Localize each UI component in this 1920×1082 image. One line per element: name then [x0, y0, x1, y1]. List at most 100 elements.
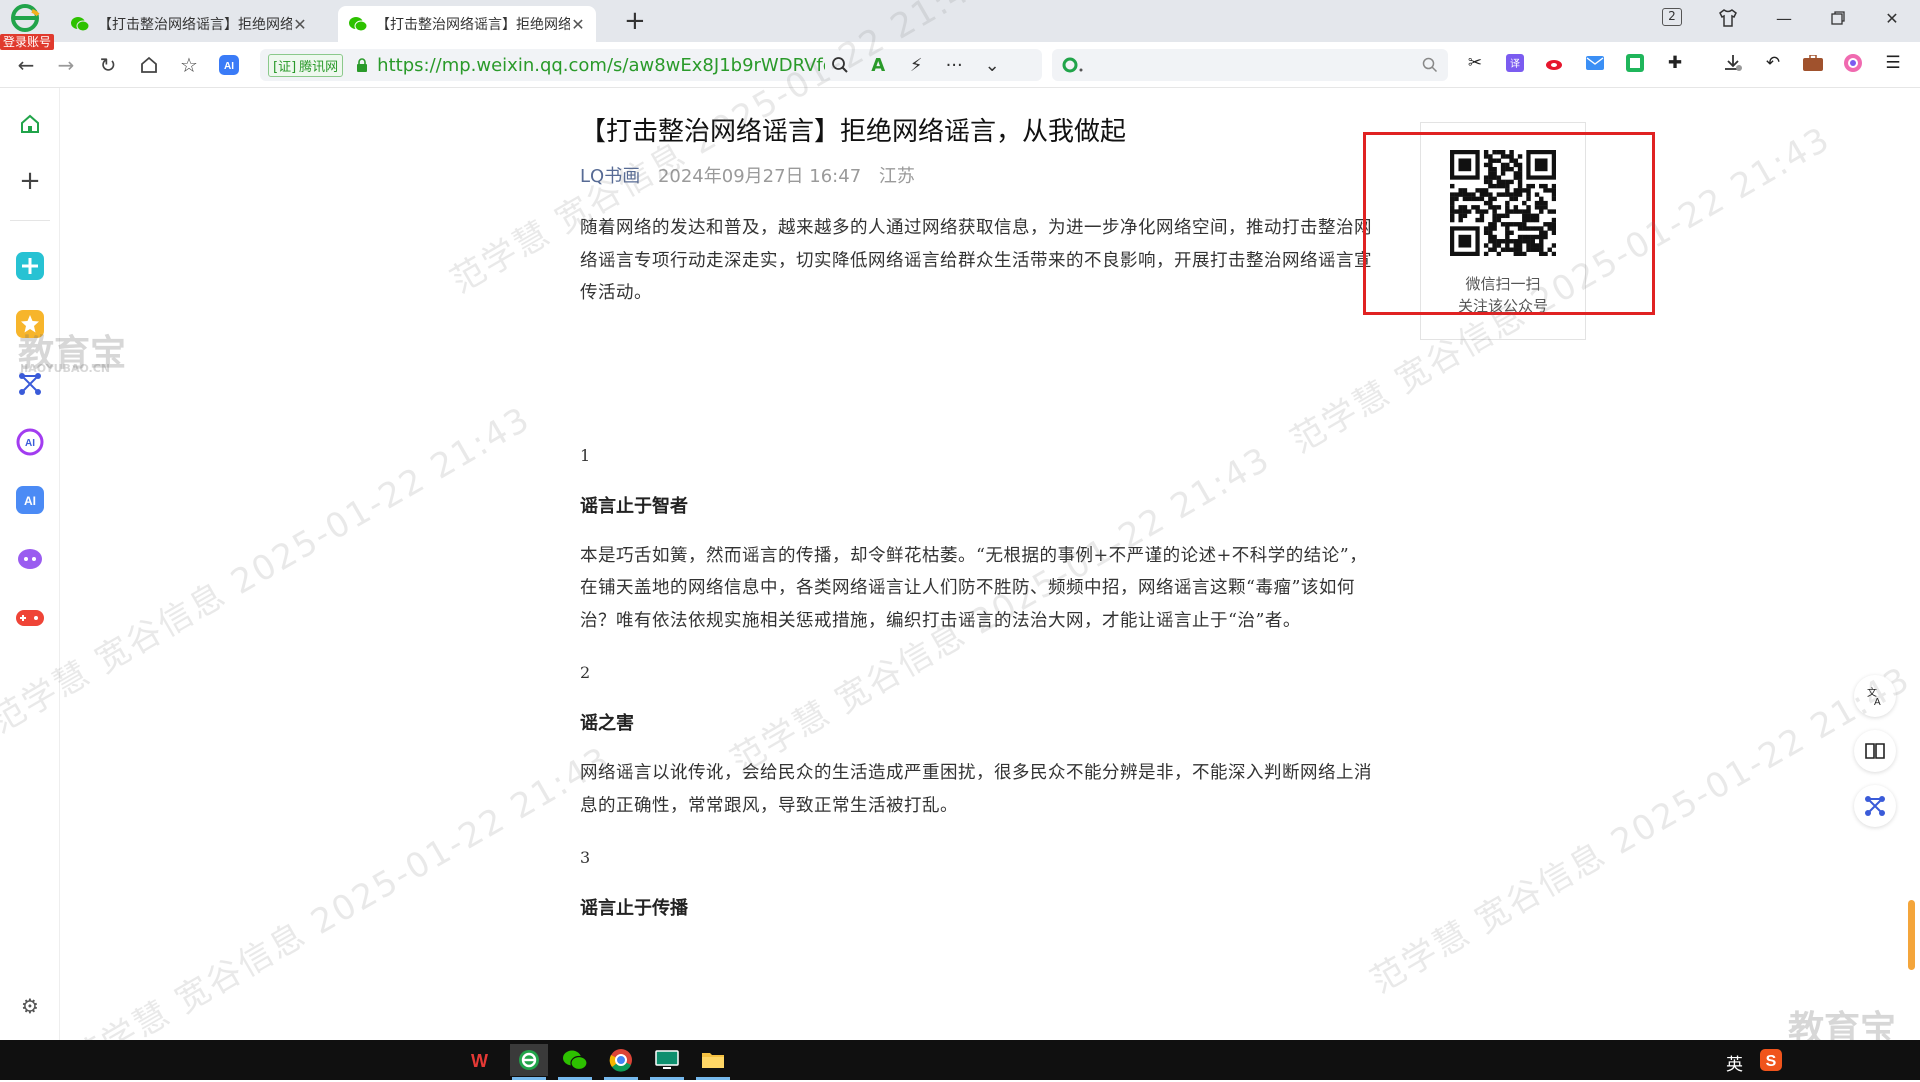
scrollbar-thumb[interactable]	[1908, 900, 1915, 970]
scissors-icon[interactable]: ✂	[1462, 50, 1488, 76]
svg-text:AI: AI	[24, 494, 36, 508]
ime-indicator[interactable]: 英	[1726, 1050, 1743, 1075]
ai-assistant-icon[interactable]: AI	[215, 51, 243, 79]
svg-text:译: 译	[1510, 58, 1520, 70]
qr-highlight-box	[1363, 132, 1655, 315]
close-window-button[interactable]: ✕	[1872, 6, 1912, 30]
tab-title: 【打击整治网络谣言】拒绝网络谣言，从我做起	[98, 17, 292, 33]
network-float-icon[interactable]	[1854, 785, 1896, 827]
tab-close-icon[interactable]: ✕	[570, 15, 586, 34]
back-button[interactable]: ←	[12, 51, 40, 79]
sidebar-divider	[10, 220, 50, 221]
taskbar-wechat-icon[interactable]	[556, 1044, 594, 1080]
tab-active[interactable]: 【打击整治网络谣言】拒绝网络谣言，从我做起 ✕	[338, 6, 596, 42]
article: 【打击整治网络谣言】拒绝网络谣言，从我做起 LQ书画 2024年09月27日 1…	[580, 110, 1385, 920]
translate-float-icon[interactable]: 文A	[1854, 675, 1896, 717]
search-engine-icon[interactable]	[1062, 56, 1084, 74]
search-input[interactable]	[1092, 53, 1392, 77]
section-body: 本是巧舌如簧，然而谣言的传播，却令鲜花枯萎。“无根据的事例+不严谨的论述+不科学…	[580, 545, 1368, 631]
search-box[interactable]	[1052, 49, 1448, 81]
svg-text:AI: AI	[25, 438, 35, 449]
sidebar-home-icon[interactable]	[12, 106, 48, 142]
section-heading: 谣言止于智者	[580, 495, 688, 517]
watermark-text: 范学慧 宽谷信息 2025-01-22 21:43	[1364, 658, 1918, 1002]
reload-button[interactable]: ↻	[94, 51, 122, 79]
watermark-text: 范学慧 宽谷信息 2025-01-22 21:43	[64, 738, 618, 1082]
sidebar-ai-icon[interactable]: AI	[12, 482, 48, 518]
minimize-button[interactable]: —	[1764, 6, 1804, 30]
lock-icon[interactable]	[355, 58, 369, 72]
sidebar-star-icon[interactable]	[12, 306, 48, 342]
tab-strip: 登录账号 【打击整治网络谣言】拒绝网络谣言，从我做起 ✕ 【打击整治网络谣言】拒…	[0, 0, 1920, 50]
site-badge[interactable]: [证] 腾讯网	[268, 53, 344, 77]
taskbar-wps-icon[interactable]: W	[464, 1044, 502, 1076]
section-body: 网络谣言以讹传讹，会给民众的生活造成严重困扰，很多民众不能分辨是非，不能深入判断…	[580, 763, 1372, 816]
watermark-text: 范学慧 宽谷信息 2025-01-22 21:43	[0, 398, 538, 742]
sidebar-settings-icon[interactable]: ⚙	[12, 988, 48, 1024]
shirt-skin-icon[interactable]	[1708, 6, 1748, 30]
url-text[interactable]: https://mp.weixin.qq.com/s/aw8wEx8J1b9rW…	[377, 55, 825, 76]
taskbar-sogou-icon[interactable]: S	[1752, 1044, 1790, 1076]
chevron-down-icon[interactable]: ⌄	[977, 50, 1007, 80]
forward-button[interactable]: →	[52, 51, 80, 79]
translate-icon[interactable]: 译	[1502, 50, 1528, 76]
sidebar-game-icon[interactable]	[12, 600, 48, 636]
download-icon[interactable]	[1720, 50, 1746, 76]
article-location: 江苏	[878, 166, 915, 187]
sidebar-network-icon[interactable]	[12, 366, 48, 402]
taskbar-folder-icon[interactable]	[694, 1044, 732, 1080]
wechat-icon	[71, 17, 90, 32]
certificate-icon: [证]	[273, 59, 297, 75]
menu-icon[interactable]: ☰	[1880, 50, 1906, 76]
browser-logo-icon[interactable]	[8, 3, 42, 33]
address-bar[interactable]: [证] 腾讯网 https://mp.weixin.qq.com/s/aw8wE…	[260, 49, 1042, 81]
taskbar: W 英 S	[0, 1040, 1920, 1080]
tab-inactive[interactable]: 【打击整治网络谣言】拒绝网络谣言，从我做起 ✕	[60, 6, 318, 42]
section-number: 3	[580, 848, 591, 867]
mail-icon[interactable]	[1582, 50, 1608, 76]
taskbar-browser-icon[interactable]	[510, 1044, 548, 1080]
sidebar-health-icon[interactable]	[12, 248, 48, 284]
login-badge[interactable]: 登录账号	[0, 34, 55, 50]
wechat-icon	[349, 17, 368, 32]
tab-count-button[interactable]: 2	[1662, 8, 1682, 26]
taskbar-chrome-icon[interactable]	[602, 1044, 640, 1080]
extensions-icon[interactable]: ✚	[1662, 50, 1688, 76]
svg-text:S: S	[1766, 1053, 1777, 1070]
sidebar-ai-chat-icon[interactable]: AI	[12, 424, 48, 460]
section-heading: 谣言止于传播	[580, 898, 688, 919]
zoom-icon[interactable]	[825, 50, 855, 80]
read-aloud-icon[interactable]: A	[863, 50, 893, 80]
weibo-icon[interactable]	[1542, 50, 1568, 76]
section-number: 1	[580, 445, 591, 465]
tab-close-icon[interactable]: ✕	[292, 15, 308, 34]
section-heading: 谣之害	[580, 713, 634, 734]
left-sidebar: + AI AI ⚙	[0, 88, 60, 1040]
new-tab-button[interactable]: +	[624, 8, 646, 34]
search-icon[interactable]	[1422, 57, 1438, 73]
section-number: 2	[580, 663, 591, 682]
site-badge-label: 腾讯网	[299, 59, 339, 75]
article-intro: 随着网络的发达和普及，越来越多的人通过网络获取信息，为进一步净化网络空间，推动打…	[580, 218, 1372, 303]
speed-mode-icon[interactable]: ⚡	[901, 50, 931, 80]
article-date: 2024年09月27日 16:47	[657, 166, 862, 187]
reading-mode-icon[interactable]	[1854, 730, 1896, 772]
toolbox-icon[interactable]	[1800, 50, 1826, 76]
article-author-link[interactable]: LQ书画	[580, 166, 640, 187]
svg-text:A: A	[1874, 697, 1881, 707]
article-meta: LQ书画 2024年09月27日 16:47 江苏	[580, 162, 1385, 188]
user-avatar-icon[interactable]	[1840, 50, 1866, 76]
home-button[interactable]	[135, 51, 163, 79]
restore-button[interactable]	[1818, 6, 1858, 30]
taskbar-monitor-icon[interactable]	[648, 1044, 686, 1080]
undo-icon[interactable]: ↶	[1760, 50, 1786, 76]
svg-text:W: W	[471, 1051, 488, 1070]
more-icon[interactable]: ···	[939, 50, 969, 80]
sidebar-bot-icon[interactable]	[12, 540, 48, 576]
article-title: 【打击整治网络谣言】拒绝网络谣言，从我做起	[580, 117, 1127, 147]
favorites-button[interactable]: ☆	[175, 51, 203, 79]
sidebar-add-icon[interactable]: +	[12, 163, 48, 199]
reader-icon[interactable]	[1622, 50, 1648, 76]
tab-title: 【打击整治网络谣言】拒绝网络谣言，从我做起	[376, 17, 570, 33]
svg-text:AI: AI	[224, 61, 234, 72]
